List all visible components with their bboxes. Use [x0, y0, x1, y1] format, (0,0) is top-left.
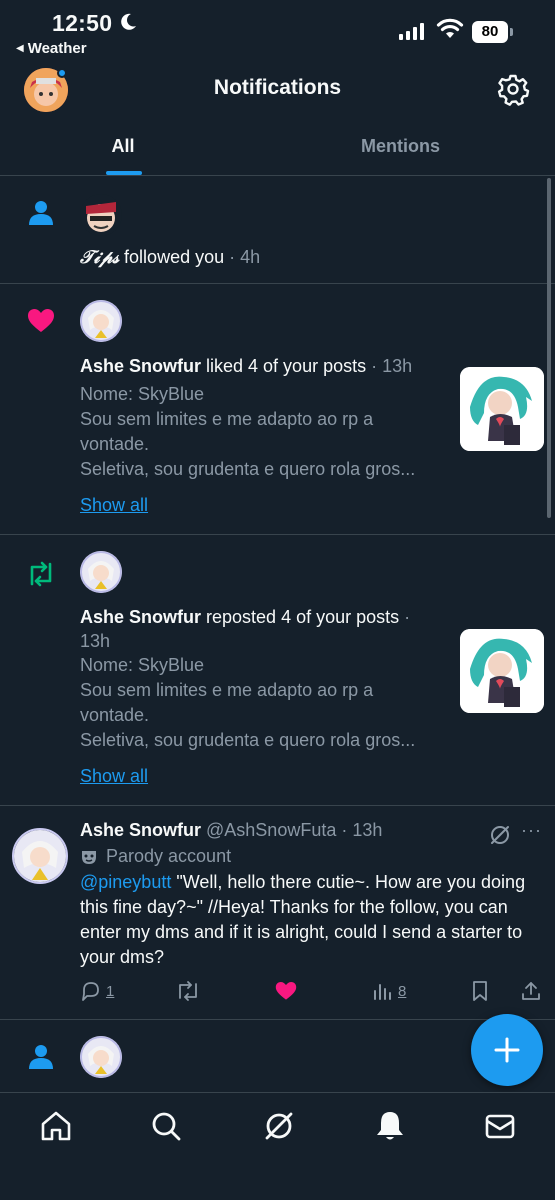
avatar-image	[14, 830, 66, 882]
thumbnail-image	[460, 629, 544, 713]
notification-like[interactable]: Ashe Snowfur liked 4 of your posts · 13h…	[0, 284, 555, 535]
notification-user[interactable]: 𝒯𝒾𝓅𝓈	[80, 247, 119, 268]
notification-action: liked 4 of your posts	[201, 356, 367, 376]
notification-user[interactable]: Ashe Snowfur	[80, 607, 201, 627]
post-header: Ashe Snowfur @AshSnowFuta · 13h	[80, 820, 382, 841]
tab-all[interactable]: All	[0, 136, 246, 157]
page-title: Notifications	[213, 76, 342, 99]
notification-time: · 4h	[224, 247, 261, 267]
views-button[interactable]: 8	[372, 980, 406, 1002]
avatar[interactable]	[80, 1036, 122, 1078]
grok-icon[interactable]	[262, 1109, 296, 1143]
snippet-line: Sou sem limites e me adapto ao rp a	[80, 680, 374, 700]
notification-text: Ashe Snowfur liked 4 of your posts · 13h	[80, 354, 412, 379]
parody-label: Parody account	[106, 846, 232, 866]
reply-icon	[82, 982, 99, 1001]
mention-link[interactable]: @pineybutt	[80, 872, 171, 892]
snippet-line: Seletiva, sou grudenta e quero rola gros…	[80, 730, 416, 750]
notification-time: ·	[399, 607, 411, 627]
like-button[interactable]	[274, 980, 298, 1002]
compose-button[interactable]	[471, 1014, 543, 1086]
views-count: 8	[398, 982, 407, 1000]
person-icon	[29, 201, 53, 225]
mail-icon[interactable]	[483, 1109, 517, 1143]
post-thumbnail[interactable]	[460, 367, 544, 451]
snippet-line: vontade.	[80, 705, 150, 725]
bottom-navigation	[0, 1092, 555, 1200]
heart-filled-icon	[275, 981, 297, 1000]
show-all-link[interactable]: Show all	[80, 766, 148, 787]
notification-action: followed you	[119, 247, 225, 267]
repost-button[interactable]	[176, 980, 200, 1002]
grok-icon[interactable]	[489, 824, 511, 846]
active-tab-indicator	[106, 171, 142, 175]
back-triangle-icon: ◀	[16, 43, 24, 54]
notification-time: · 13h	[366, 356, 413, 376]
share-icon	[522, 982, 540, 1000]
post-time: · 13h	[336, 820, 383, 840]
plus-icon	[494, 1037, 520, 1063]
notification-time-continued: 13h	[80, 631, 111, 651]
avatar[interactable]	[80, 194, 122, 236]
back-app-label: Weather	[27, 40, 87, 57]
notification-tabs: All Mentions	[0, 120, 555, 176]
snippet-line: Sou sem limites e me adapto ao rp a	[80, 409, 374, 429]
home-icon[interactable]	[39, 1109, 73, 1143]
repost-icon	[179, 981, 197, 1001]
post-snippet: Nome: SkyBlue Sou sem limites e me adapt…	[80, 653, 450, 753]
avatar-image	[80, 194, 122, 236]
avatar[interactable]	[80, 551, 122, 593]
search-icon[interactable]	[149, 1109, 183, 1143]
notification-action: reposted 4 of your posts	[201, 607, 400, 627]
notification-text: 𝒯𝒾𝓅𝓈 followed you · 4h	[80, 245, 260, 270]
avatar-image	[80, 300, 122, 342]
bell-icon[interactable]	[373, 1109, 407, 1143]
parody-badge: Parody account	[80, 846, 231, 867]
views-chart-icon	[374, 984, 391, 1000]
post-author-handle[interactable]: @AshSnowFuta	[201, 820, 336, 840]
cellular-signal-icon	[399, 22, 424, 40]
notification-repost[interactable]: Ashe Snowfur reposted 4 of your posts · …	[0, 535, 555, 806]
moon-icon	[121, 13, 136, 30]
notification-text: Ashe Snowfur reposted 4 of your posts ·	[80, 605, 410, 630]
snippet-line: Nome: SkyBlue	[80, 384, 205, 404]
avatar[interactable]	[80, 300, 122, 342]
bookmark-button[interactable]	[470, 980, 490, 1002]
repost-icon	[30, 561, 52, 587]
scrollbar[interactable]	[547, 178, 551, 518]
post-body: @pineybutt "Well, hello there cutie~. Ho…	[80, 870, 540, 970]
reply-count: 1	[106, 982, 115, 1000]
snippet-line: Seletiva, sou grudenta e quero rola gros…	[80, 459, 416, 479]
notification-follow[interactable]: 𝒯𝒾𝓅𝓈 followed you · 4h	[0, 176, 555, 284]
post-author-name[interactable]: Ashe Snowfur	[80, 820, 201, 840]
thumbnail-image	[460, 367, 544, 451]
post-actions: 1 8	[80, 980, 546, 1006]
reply-post[interactable]: Ashe Snowfur @AshSnowFuta · 13h ··· Paro…	[0, 806, 555, 1020]
share-button[interactable]	[520, 980, 542, 1002]
avatar-image	[80, 1036, 122, 1078]
notification-user[interactable]: Ashe Snowfur	[80, 356, 201, 376]
battery-indicator: 80	[472, 21, 513, 43]
more-options-button[interactable]: ···	[521, 820, 542, 841]
snippet-line: Nome: SkyBlue	[80, 655, 205, 675]
heart-icon	[28, 309, 54, 332]
mask-icon	[82, 850, 96, 864]
back-to-app-link[interactable]: ◀ Weather	[16, 40, 87, 57]
snippet-line: vontade.	[80, 434, 150, 454]
gear-icon[interactable]	[496, 72, 530, 106]
post-thumbnail[interactable]	[460, 629, 544, 713]
status-time: 12:50	[52, 10, 113, 36]
tab-mentions[interactable]: Mentions	[246, 136, 555, 157]
bookmark-icon	[473, 981, 487, 1001]
person-icon	[29, 1045, 53, 1069]
post-snippet: Nome: SkyBlue Sou sem limites e me adapt…	[80, 382, 450, 482]
show-all-link[interactable]: Show all	[80, 495, 148, 516]
wifi-icon	[436, 18, 464, 38]
avatar[interactable]	[12, 828, 68, 884]
top-header: Notifications	[0, 62, 555, 120]
avatar-image	[80, 551, 122, 593]
reply-button[interactable]: 1	[80, 980, 114, 1002]
status-bar: 12:50 ◀ Weather 80	[0, 0, 555, 62]
